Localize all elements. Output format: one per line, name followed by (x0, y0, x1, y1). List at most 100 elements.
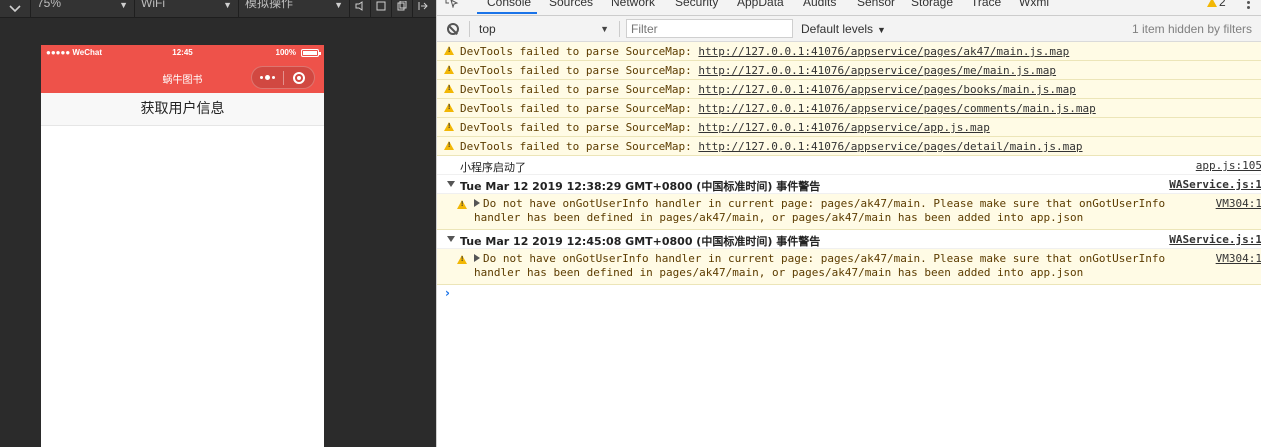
tab-trace[interactable]: Trace (971, 0, 1001, 9)
sourcemap-link[interactable]: http://127.0.0.1:41076/appservice/pages/… (698, 140, 1082, 153)
chevron-down-icon: ▼ (223, 0, 232, 10)
tab-appdata[interactable]: AppData (737, 0, 784, 9)
warning-text: DevTools failed to parse SourceMap: (460, 121, 692, 134)
close-miniprogram-icon[interactable] (284, 71, 314, 84)
tab-security[interactable]: Security (675, 0, 718, 9)
tab-audits[interactable]: Audits (803, 0, 836, 9)
filter-input[interactable] (626, 19, 793, 38)
console-warning-row: DevTools failed to parse SourceMap: http… (437, 99, 1261, 118)
console-warning-row: DevTools failed to parse SourceMap: http… (437, 61, 1261, 80)
context-select[interactable]: top ▼ (475, 20, 615, 38)
phone-screen: ●●●●● WeChat 12:45 100% 蜗牛图书 获取用户信息 (41, 45, 324, 447)
simulator-toolbar: 75% ▼ WiFi ▼ 模拟操作 ▼ (0, 0, 436, 18)
sourcemap-link[interactable]: http://127.0.0.1:41076/appservice/pages/… (698, 64, 1056, 77)
warning-count-badge[interactable]: 2 (1207, 0, 1226, 9)
chevron-down-icon: ▼ (334, 0, 343, 10)
console-warning-row: DevTools failed to parse SourceMap: http… (437, 80, 1261, 99)
console-output: DevTools failed to parse SourceMap: http… (437, 42, 1261, 447)
chevron-down-icon: ▼ (600, 24, 609, 34)
warning-icon (457, 255, 467, 264)
group-title: Tue Mar 12 2019 12:45:08 GMT+0800 (中国标准时… (460, 235, 821, 248)
devtools-pane: Console Sources Network Security AppData… (436, 0, 1261, 447)
more-options-icon[interactable] (1247, 0, 1250, 9)
network-select[interactable]: WiFi ▼ (135, 0, 238, 18)
console-log-row: 小程序启动了 app.js:105 (437, 156, 1261, 175)
console-group-header[interactable]: Tue Mar 12 2019 12:38:29 GMT+0800 (中国标准时… (437, 175, 1261, 194)
group-title: Tue Mar 12 2019 12:38:29 GMT+0800 (中国标准时… (460, 180, 821, 193)
warning-icon (444, 103, 454, 112)
console-warning-row: Do not have onGotUserInfo handler in cur… (437, 249, 1261, 285)
warning-text: DevTools failed to parse SourceMap: (460, 102, 692, 115)
status-bar: ●●●●● WeChat 12:45 100% (41, 45, 324, 62)
tab-sources[interactable]: Sources (549, 0, 593, 9)
warning-count: 2 (1219, 0, 1226, 9)
warning-icon (444, 46, 454, 55)
chevron-down-icon: ▼ (877, 25, 886, 35)
filter-divider (619, 21, 620, 37)
source-link[interactable]: WAService.js:1 (1169, 178, 1261, 191)
warning-text: Do not have onGotUserInfo handler in cur… (483, 252, 1166, 265)
source-link[interactable]: VM304:1 (1216, 252, 1261, 265)
source-link[interactable]: app.js:105 (1196, 159, 1261, 172)
warning-icon (444, 65, 454, 74)
capsule-menu (251, 66, 315, 89)
volume-icon[interactable] (350, 0, 370, 18)
warning-text: DevTools failed to parse SourceMap: (460, 83, 692, 96)
console-warning-row: DevTools failed to parse SourceMap: http… (437, 137, 1261, 156)
detach-icon[interactable] (413, 0, 433, 18)
tab-wxml[interactable]: Wxml (1019, 0, 1049, 9)
warning-text: DevTools failed to parse SourceMap: (460, 45, 692, 58)
warning-text: handler has been defined in pages/ak47/m… (474, 266, 1084, 279)
tab-console[interactable]: Console (487, 0, 531, 9)
battery-percent: 100% (275, 48, 296, 57)
console-group-header[interactable]: Tue Mar 12 2019 12:45:08 GMT+0800 (中国标准时… (437, 230, 1261, 249)
sourcemap-link[interactable]: http://127.0.0.1:41076/appservice/pages/… (698, 102, 1095, 115)
operation-mode-select[interactable]: 模拟操作 ▼ (239, 0, 349, 18)
sourcemap-link[interactable]: http://127.0.0.1:41076/appservice/pages/… (698, 45, 1069, 58)
navigation-bar: 蜗牛图书 (41, 62, 324, 93)
zoom-select[interactable]: 75% ▼ (31, 0, 134, 18)
rotate-icon[interactable] (371, 0, 391, 18)
warning-icon (444, 84, 454, 93)
tab-network[interactable]: Network (611, 0, 655, 9)
expand-caret-icon[interactable] (447, 236, 455, 242)
filter-divider (469, 21, 470, 37)
active-tab-indicator (477, 12, 537, 14)
expand-caret-icon[interactable] (447, 181, 455, 187)
hidden-items-info: 1 item hidden by filters (1131, 22, 1252, 36)
warning-icon (457, 200, 467, 209)
mode-value: 模拟操作 (245, 0, 294, 10)
warning-text: DevTools failed to parse SourceMap: (460, 140, 692, 153)
more-dots-icon[interactable] (252, 75, 283, 80)
get-user-info-button[interactable]: 获取用户信息 (41, 93, 324, 126)
warning-text: DevTools failed to parse SourceMap: (460, 64, 692, 77)
inspect-element-icon[interactable] (445, 0, 459, 13)
sourcemap-link[interactable]: http://127.0.0.1:41076/appservice/app.js… (698, 121, 989, 134)
clear-console-icon[interactable] (447, 23, 459, 35)
warning-text: handler has been defined in pages/ak47/m… (474, 211, 1084, 224)
log-levels-value: Default levels (801, 22, 874, 36)
expand-triangle-icon[interactable] (474, 199, 480, 207)
console-prompt[interactable]: › (445, 286, 450, 300)
expand-triangle-icon[interactable] (474, 254, 480, 262)
sourcemap-link[interactable]: http://127.0.0.1:41076/appservice/pages/… (698, 83, 1076, 96)
tab-sensor[interactable]: Sensor (857, 0, 895, 9)
log-levels-select[interactable]: Default levels ▼ (801, 22, 886, 36)
chevron-down-icon[interactable] (0, 0, 30, 18)
tab-storage[interactable]: Storage (911, 0, 953, 9)
console-warning-row: DevTools failed to parse SourceMap: http… (437, 118, 1261, 137)
console-filter-bar: top ▼ Default levels▼ 1 item hidden by f… (437, 16, 1261, 42)
warning-text: Do not have onGotUserInfo handler in cur… (483, 197, 1166, 210)
console-warning-row: DevTools failed to parse SourceMap: http… (437, 42, 1261, 61)
log-message: 小程序启动了 (460, 161, 526, 174)
source-link[interactable]: WAService.js:1 (1169, 233, 1261, 246)
devtools-tabbar: Console Sources Network Security AppData… (437, 0, 1261, 16)
warning-icon (444, 122, 454, 131)
console-warning-row: Do not have onGotUserInfo handler in cur… (437, 194, 1261, 230)
warning-icon (444, 141, 454, 150)
zoom-value: 75% (37, 0, 62, 10)
context-value: top (479, 22, 496, 36)
battery-icon (301, 49, 321, 57)
source-link[interactable]: VM304:1 (1216, 197, 1261, 210)
copy-icon[interactable] (392, 0, 412, 18)
